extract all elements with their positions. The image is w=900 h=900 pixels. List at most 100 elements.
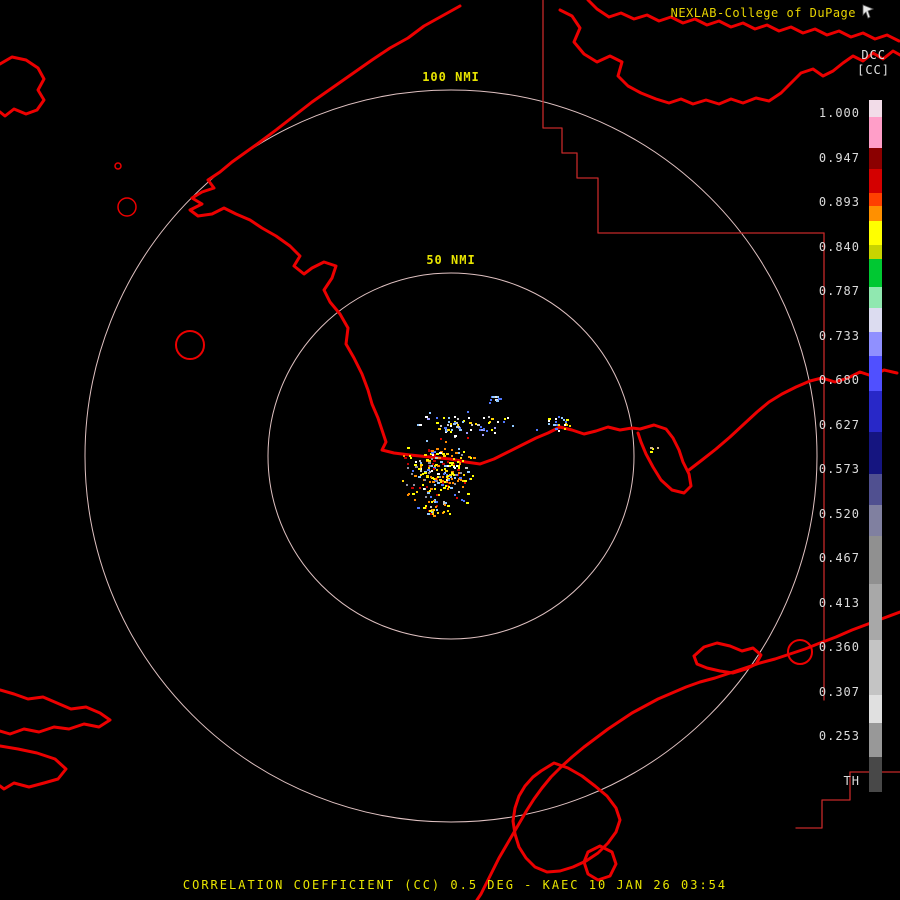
echo-pixel xyxy=(555,428,558,430)
echo-pixel xyxy=(433,515,436,517)
echo-pixel xyxy=(451,455,453,457)
echo-pixel xyxy=(448,479,450,481)
echo-pixel xyxy=(419,460,421,462)
coastline-path xyxy=(636,423,693,495)
echo-pixel xyxy=(433,460,436,462)
echo-pixel xyxy=(465,467,468,469)
echo-pixel xyxy=(447,505,450,507)
echo-pixel xyxy=(650,451,653,453)
echo-pixel xyxy=(449,474,452,476)
echo-pixel xyxy=(442,463,445,465)
echo-pixel xyxy=(410,457,412,459)
echo-pixel xyxy=(430,488,433,490)
echo-pixel xyxy=(437,512,439,514)
echo-pixel xyxy=(443,455,446,457)
echo-pixel xyxy=(468,417,470,419)
colorbar-segment xyxy=(869,695,882,723)
echo-pixel xyxy=(429,490,431,492)
echo-pixel xyxy=(440,489,442,491)
echo-pixel xyxy=(475,423,477,425)
echo-pixel xyxy=(482,434,484,436)
echo-pixel xyxy=(463,500,465,502)
echo-pixel xyxy=(462,480,464,482)
echo-pixel xyxy=(436,469,438,471)
colorbar-segment xyxy=(869,473,882,505)
echo-pixel xyxy=(432,481,435,483)
colorbar-segment xyxy=(869,245,882,260)
echo-pixel xyxy=(442,453,445,455)
echo-pixel xyxy=(437,476,439,478)
echo-pixel xyxy=(451,462,454,464)
echo-pixel xyxy=(436,422,439,424)
echo-pixel xyxy=(424,479,426,481)
echo-pixel xyxy=(463,474,465,476)
echo-pixel xyxy=(443,501,445,503)
echo-pixel xyxy=(417,507,420,509)
echo-pixel xyxy=(403,455,405,457)
echo-pixel xyxy=(477,424,480,426)
echo-pixel xyxy=(464,480,467,482)
echo-pixel xyxy=(483,417,485,419)
colorbar-segment xyxy=(869,100,882,118)
echo-pixel xyxy=(440,438,442,440)
echo-pixel xyxy=(471,424,473,426)
echo-pixel xyxy=(435,478,437,480)
echo-pixel xyxy=(470,478,472,480)
echo-pixel xyxy=(460,479,462,481)
echo-pixel xyxy=(422,484,424,486)
echo-pixel xyxy=(426,440,428,442)
colorbar-segment xyxy=(869,757,882,792)
echo-pixel xyxy=(492,396,495,398)
echo-pixel xyxy=(558,424,560,426)
echo-pixel xyxy=(420,464,423,466)
echo-pixel xyxy=(418,476,421,478)
echo-pixel xyxy=(407,467,409,469)
colorbar-segment xyxy=(869,535,882,585)
echo-pixel xyxy=(434,488,436,490)
echo-pixel xyxy=(657,447,659,449)
echo-pixel xyxy=(447,465,449,467)
echo-pixel xyxy=(443,417,445,419)
echo-pixel xyxy=(461,454,463,456)
echo-pixel xyxy=(555,421,557,423)
echo-pixel xyxy=(442,480,444,482)
colorbar-segment xyxy=(869,221,882,246)
echo-pixel xyxy=(447,488,449,490)
echo-pixel xyxy=(449,482,451,484)
echo-pixel xyxy=(426,459,429,461)
echo-pixel xyxy=(467,437,469,439)
echo-pixel xyxy=(432,454,434,456)
echo-pixel xyxy=(440,425,442,427)
echo-pixel xyxy=(466,432,468,434)
echo-pixel xyxy=(413,484,415,486)
echo-pixel xyxy=(457,424,459,426)
echo-pixel xyxy=(425,496,427,498)
echo-pixel xyxy=(436,448,439,450)
echo-pixel xyxy=(436,509,438,511)
echo-pixel xyxy=(407,463,409,465)
echo-pixel xyxy=(454,416,456,418)
echo-pixel xyxy=(406,484,408,486)
echo-pixel xyxy=(420,474,422,476)
echo-pixel xyxy=(412,470,414,472)
colorbar-segment xyxy=(869,117,882,149)
echo-pixel xyxy=(457,469,460,471)
echo-pixel xyxy=(431,452,434,454)
echo-pixel xyxy=(456,422,458,424)
echo-pixel xyxy=(420,470,422,472)
echo-pixel xyxy=(448,486,450,488)
echo-pixel xyxy=(458,467,460,469)
echo-pixel xyxy=(444,448,446,450)
echo-pixel xyxy=(447,461,449,463)
echo-pixel xyxy=(439,457,441,459)
echo-pixel xyxy=(445,502,447,504)
echo-pixel xyxy=(437,473,440,475)
echo-pixel xyxy=(466,502,469,504)
echo-pixel xyxy=(457,426,460,428)
echo-pixel xyxy=(418,468,421,470)
echo-pixel xyxy=(426,475,429,477)
echo-pixel xyxy=(454,494,456,496)
echo-pixel xyxy=(411,473,413,475)
echo-pixel xyxy=(454,477,456,479)
echo-pixel xyxy=(460,460,462,462)
